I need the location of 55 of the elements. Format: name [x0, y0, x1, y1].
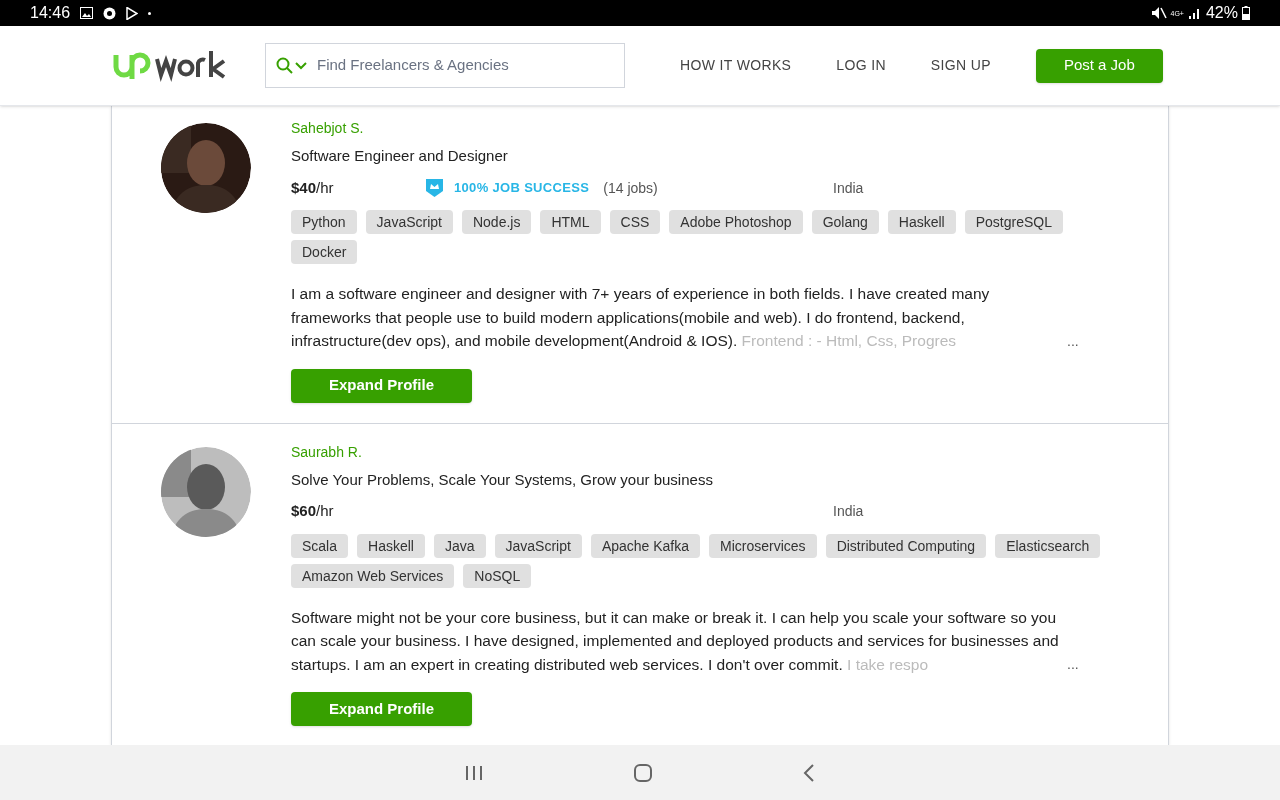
job-success-label: 100% JOB SUCCESS	[454, 179, 590, 198]
profile-description: Software might not be your core business, but it can make or break it. I can help you scale your software so you can scale your business. I have designed, implemented and deployed products and services for businesses and startups. I am an expert in creating distributed web services. I don't over commit. I take respo	[291, 607, 1060, 675]
skill-tag[interactable]: CSS	[609, 210, 661, 234]
search-icon[interactable]	[276, 57, 293, 74]
battery-icon	[1242, 6, 1250, 20]
clock-time: 14:46	[30, 3, 71, 23]
skill-tag[interactable]: Haskell	[887, 210, 956, 234]
country-label: India	[833, 178, 864, 198]
upwork-logo[interactable]	[113, 48, 227, 83]
skill-tag[interactable]: Apache Kafka	[590, 533, 701, 558]
skill-tag[interactable]: Docker	[291, 240, 358, 264]
browser-icon	[103, 6, 117, 20]
freelancer-name[interactable]: Saurabh R.	[291, 441, 362, 462]
skill-tag[interactable]: Distributed Computing	[825, 533, 987, 558]
skill-tag[interactable]: NoSQL	[463, 563, 532, 588]
skill-tag[interactable]: Scala	[291, 533, 349, 558]
more-ellipsis[interactable]: ...	[1067, 653, 1079, 676]
home-icon[interactable]	[633, 762, 653, 783]
shield-badge-icon	[426, 179, 443, 197]
skill-tag[interactable]: PostgreSQL	[964, 210, 1063, 234]
skill-tag[interactable]: Microservices	[709, 533, 817, 558]
jobs-count: (14 jobs)	[603, 178, 658, 198]
skill-tag[interactable]: JavaScript	[494, 533, 582, 558]
signal-icon	[1187, 7, 1200, 19]
gallery-icon	[80, 7, 94, 19]
nav-link[interactable]: SIGN UP	[930, 55, 991, 76]
skill-tag[interactable]: Elasticsearch	[995, 533, 1101, 558]
recent-apps-icon[interactable]	[465, 764, 483, 781]
freelancer-name[interactable]: Sahebjot S.	[291, 118, 364, 138]
freelancer-title: Solve Your Problems, Scale Your Systems, Grow your business	[291, 469, 713, 490]
dot-icon	[148, 11, 152, 15]
country-label: India	[833, 502, 864, 521]
search-field[interactable]: Find Freelancers & Agencies	[317, 54, 614, 77]
profile-description: I am a software engineer and designer with 7+ years of experience in both fields. I have created many frameworks that people use to build modern applications(mobile and web). I do frontend, backend, infrastructure(dev ops), and mobile development(Android & IOS). Frontend : - Html, Css, Progres	[291, 284, 991, 351]
freelancer-title: Software Engineer and Designer	[291, 146, 508, 166]
battery-percent: 42%	[1205, 3, 1238, 23]
skill-tag[interactable]: HTML	[540, 210, 601, 234]
search-bar[interactable]: Find Freelancers & Agencies	[265, 43, 625, 88]
chevron-down-icon[interactable]	[295, 61, 307, 70]
skill-tag[interactable]: Node.js	[461, 210, 532, 234]
nav-link[interactable]: HOW IT WORKS	[680, 55, 792, 76]
back-icon[interactable]	[803, 763, 815, 782]
skill-tag[interactable]: Python	[291, 210, 357, 234]
mute-icon	[1150, 6, 1167, 20]
hourly-rate: $40/hr	[291, 177, 335, 198]
hourly-rate: $60/hr	[291, 501, 335, 522]
skill-tag[interactable]: Haskell	[357, 533, 425, 558]
skill-tag[interactable]: Adobe Photoshop	[669, 210, 803, 234]
play-store-icon	[126, 6, 139, 20]
nav-link[interactable]: LOG IN	[836, 55, 886, 76]
skill-tag[interactable]: Java	[433, 533, 486, 558]
more-ellipsis[interactable]: ...	[1067, 329, 1079, 353]
skill-tag[interactable]: Amazon Web Services	[291, 563, 455, 588]
skill-tag[interactable]: JavaScript	[365, 210, 453, 234]
skill-tag[interactable]: Golang	[811, 210, 879, 234]
